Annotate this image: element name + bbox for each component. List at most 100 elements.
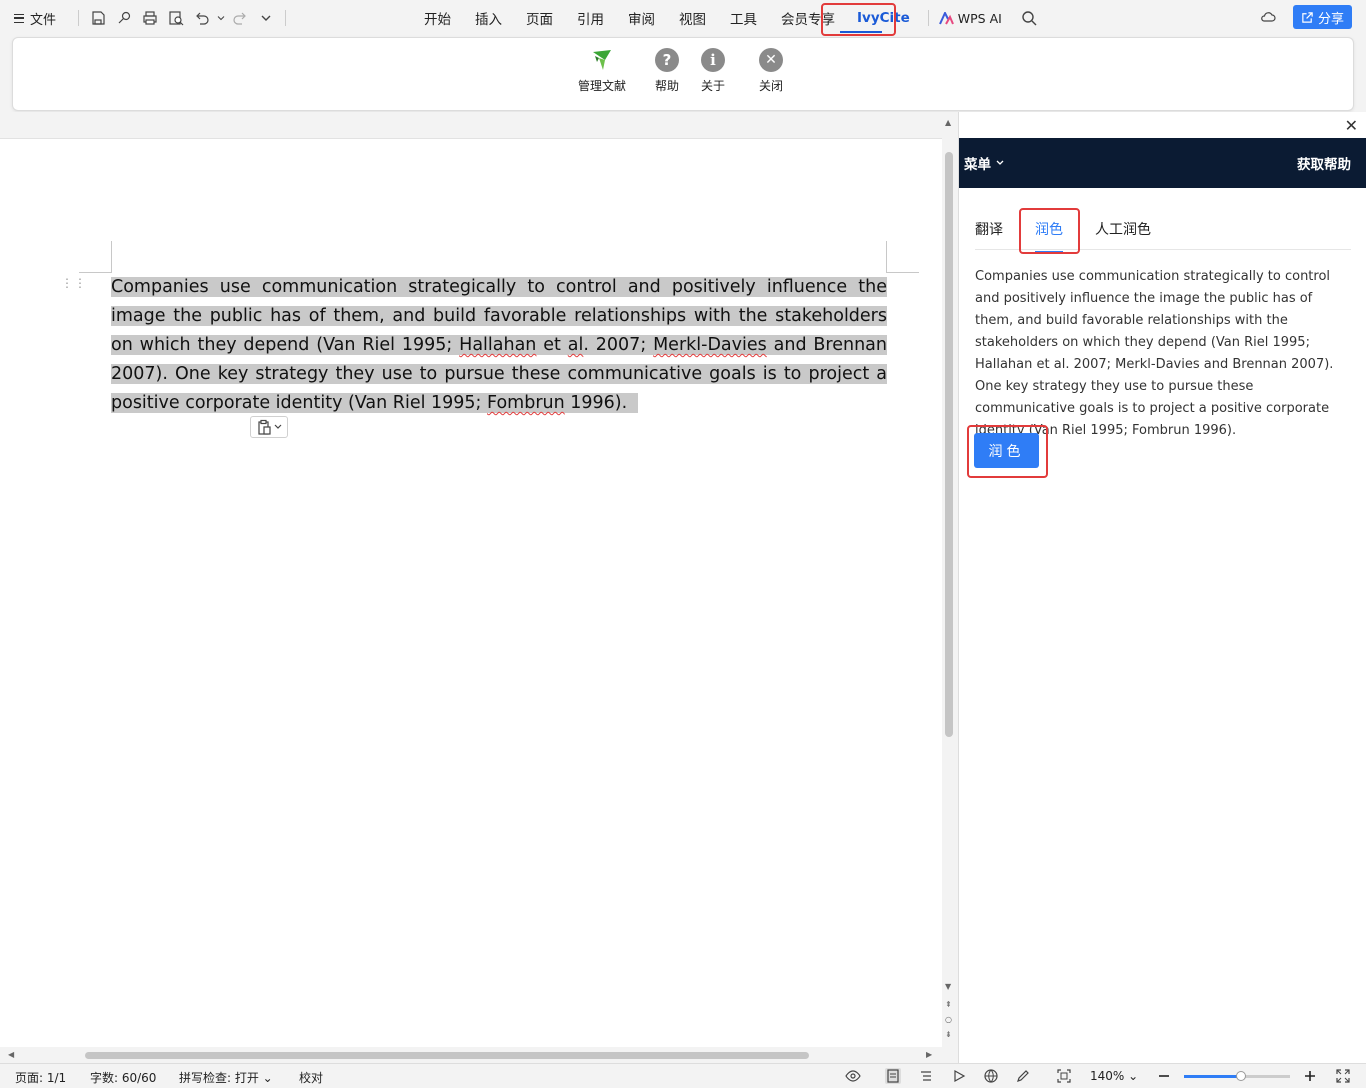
zoom-out-icon[interactable] xyxy=(1156,1068,1172,1084)
save-icon[interactable] xyxy=(85,8,111,28)
file-menu-label: 文件 xyxy=(30,12,57,28)
close-label: 关闭 xyxy=(759,79,784,93)
vertical-scrollbar[interactable]: ▲ ▼ ⇞ ○ ⇟ xyxy=(942,112,958,1047)
tab-tools[interactable]: 工具 xyxy=(730,8,757,28)
file-menu[interactable]: 文件 xyxy=(14,9,56,28)
clipboard-icon xyxy=(258,419,271,435)
panel-menu-label: 菜单 xyxy=(964,157,991,173)
share-button[interactable]: 分享 xyxy=(1292,5,1352,29)
web-view-icon[interactable] xyxy=(983,1068,999,1084)
manage-references-label: 管理文献 xyxy=(578,79,627,93)
spell-error-word: al xyxy=(567,335,584,355)
hamburger-icon xyxy=(14,13,24,23)
page-view-icon[interactable] xyxy=(885,1068,901,1084)
redo-icon[interactable] xyxy=(227,8,253,28)
proofread-button[interactable]: 校对 xyxy=(299,1069,323,1086)
more-chevron-icon[interactable] xyxy=(253,8,279,28)
eye-icon[interactable] xyxy=(845,1068,861,1084)
manage-references-icon xyxy=(593,50,611,70)
margin-marker xyxy=(79,272,111,273)
zoom-in-icon[interactable] xyxy=(1302,1068,1318,1084)
close-panel-icon[interactable]: ✕ xyxy=(1345,116,1358,135)
next-page-icon[interactable]: ⇟ xyxy=(945,1030,952,1039)
paste-options-button[interactable] xyxy=(250,416,288,438)
polish-button-highlight xyxy=(967,425,1048,478)
status-bar: 页面: 1/1 字数: 60/60 拼写检查: 打开 ⌄ 校对 140% ⌄ xyxy=(0,1063,1366,1088)
search-icon[interactable] xyxy=(1016,8,1042,28)
tab-home[interactable]: 开始 xyxy=(424,8,451,28)
pen-icon[interactable] xyxy=(1015,1068,1031,1084)
spell-error-word: Hallahan xyxy=(459,335,537,355)
document-top-margin xyxy=(0,112,942,139)
polish-tab-highlight xyxy=(1019,208,1080,254)
outline-view-icon[interactable] xyxy=(918,1068,934,1084)
fullscreen-icon[interactable] xyxy=(1335,1068,1351,1084)
browse-object-icon[interactable]: ○ xyxy=(945,1015,952,1024)
fit-page-icon[interactable] xyxy=(1056,1068,1072,1084)
tab-human-polish[interactable]: 人工润色 xyxy=(1095,219,1151,239)
zoom-slider-knob[interactable] xyxy=(1236,1071,1246,1081)
ribbon-tabs: 开始 插入 页面 引用 审阅 视图 工具 会员专享 IvyCite WPS AI xyxy=(424,0,1042,36)
tab-page[interactable]: 页面 xyxy=(526,8,553,28)
prev-page-icon[interactable]: ⇞ xyxy=(945,1000,952,1009)
undo-dropdown-icon[interactable] xyxy=(215,8,227,28)
divider xyxy=(78,10,80,26)
share-icon xyxy=(1302,11,1313,23)
document-paragraph[interactable]: Companies use communication strategicall… xyxy=(111,273,887,418)
zoom-level[interactable]: 140% ⌄ xyxy=(1090,1069,1138,1083)
chevron-down-icon xyxy=(274,424,282,429)
horizontal-scrollbar[interactable]: ◀ ▶ xyxy=(0,1047,942,1063)
help-label: 帮助 xyxy=(655,79,680,93)
margin-marker xyxy=(111,241,112,273)
get-help-link[interactable]: 获取帮助 xyxy=(1297,153,1351,173)
spell-check-label: 拼写检查: 打开 xyxy=(179,1071,259,1085)
help-icon: ? xyxy=(655,48,679,72)
tab-references[interactable]: 引用 xyxy=(577,8,604,28)
paragraph-drag-handle[interactable]: ⋮⋮ xyxy=(61,277,86,294)
close-ribbon-button[interactable]: ✕ 关闭 xyxy=(759,48,783,94)
word-count[interactable]: 字数: 60/60 xyxy=(90,1069,156,1086)
info-icon: i xyxy=(701,48,725,72)
quick-access-toolbar: 文件 xyxy=(14,8,292,28)
print-icon[interactable] xyxy=(137,8,163,28)
scroll-down-icon[interactable]: ▼ xyxy=(945,982,951,991)
spell-error-word: Fombrun xyxy=(487,393,565,413)
panel-source-text: Companies use communication strategicall… xyxy=(975,269,1334,438)
wps-ai-button[interactable]: WPS AI xyxy=(938,10,1002,26)
wps-ai-icon xyxy=(938,11,954,24)
chevron-down-icon xyxy=(996,160,1004,165)
tab-translate[interactable]: 翻译 xyxy=(975,219,1003,239)
scroll-left-icon[interactable]: ◀ xyxy=(8,1050,14,1059)
vertical-scroll-thumb[interactable] xyxy=(945,152,953,737)
divider xyxy=(285,10,287,26)
play-icon[interactable] xyxy=(951,1068,967,1084)
text-run: 1996). xyxy=(564,393,628,413)
print-preview-icon[interactable] xyxy=(163,8,189,28)
close-circle-icon: ✕ xyxy=(759,48,783,72)
tab-view[interactable]: 视图 xyxy=(679,8,706,28)
scroll-right-icon[interactable]: ▶ xyxy=(926,1050,932,1059)
about-label: 关于 xyxy=(701,79,726,93)
page-indicator[interactable]: 页面: 1/1 xyxy=(15,1069,66,1086)
ivycite-ribbon: 管理文献 ? 帮助 i 关于 ✕ 关闭 xyxy=(12,37,1354,111)
spell-check-toggle[interactable]: 拼写检查: 打开 ⌄ xyxy=(179,1069,273,1086)
text-run: et xyxy=(536,335,568,355)
link-icon[interactable] xyxy=(111,8,137,28)
manage-references-button[interactable]: 管理文献 xyxy=(578,48,626,94)
panel-header: 菜单 获取帮助 xyxy=(959,138,1366,188)
tab-insert[interactable]: 插入 xyxy=(475,8,502,28)
panel-menu-dropdown[interactable]: 菜单 xyxy=(964,153,1005,173)
undo-icon[interactable] xyxy=(189,8,215,28)
scroll-top-icon[interactable]: ▲ xyxy=(945,118,951,127)
help-button[interactable]: ? 帮助 xyxy=(655,48,679,94)
active-tab-underline xyxy=(840,31,882,33)
about-button[interactable]: i 关于 xyxy=(701,48,725,94)
horizontal-scroll-thumb[interactable] xyxy=(85,1052,809,1059)
margin-marker xyxy=(886,241,887,273)
margin-marker xyxy=(886,272,919,273)
cloud-icon[interactable] xyxy=(1255,7,1281,27)
document-canvas[interactable] xyxy=(0,112,942,1047)
ivycite-side-panel: ✕ 菜单 获取帮助 翻译 润色 人工润色 Companies use commu… xyxy=(958,112,1366,1063)
wps-ai-label: WPS AI xyxy=(957,10,1002,26)
tab-review[interactable]: 审阅 xyxy=(628,8,655,28)
